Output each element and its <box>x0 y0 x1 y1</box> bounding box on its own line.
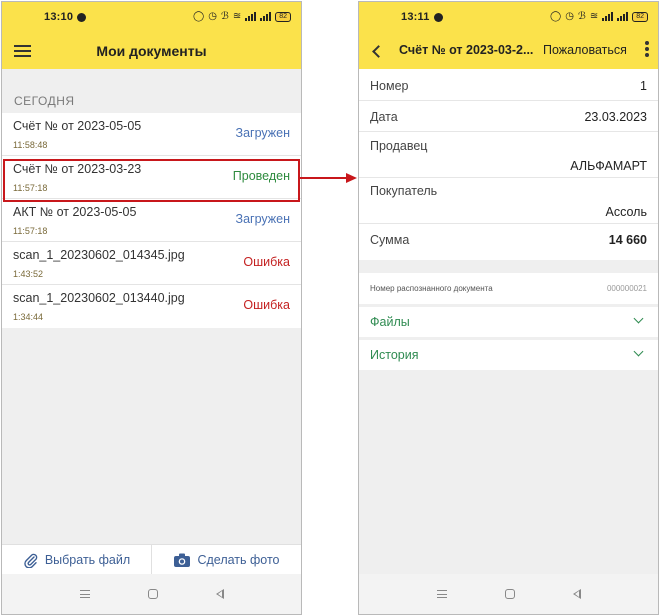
status-badge: Загружен <box>235 212 290 226</box>
date-value: 23.03.2023 <box>584 110 647 124</box>
document-time: 11:58:48 <box>13 140 48 150</box>
list-item[interactable]: Счёт № от 2023-03-23 11:57:18 Проведен <box>2 156 301 199</box>
section-header-today: СЕГОДНЯ <box>14 94 75 108</box>
list-item[interactable]: scan_1_20230602_014345.jpg 1:43:52 Ошибк… <box>2 242 301 285</box>
document-fields: Номер 1 Дата 23.03.2023 Продавец АЛЬФАМА… <box>359 69 658 260</box>
clock: 13:11 <box>401 11 430 23</box>
files-section-label: Файлы <box>370 315 410 329</box>
back-arrow-icon[interactable] <box>371 43 385 59</box>
alarm-icon: ◷ <box>565 11 574 22</box>
document-list: Счёт № от 2023-05-05 11:58:48 Загружен С… <box>2 113 301 328</box>
status-bar: 13:10 ◯ ◷ ℬ ≊ 82 <box>2 2 301 32</box>
battery-indicator: 82 <box>275 11 291 22</box>
document-time: 11:57:18 <box>13 226 48 236</box>
document-time: 11:57:18 <box>13 183 48 193</box>
alarm-icon: ◷ <box>208 11 217 22</box>
status-badge: Загружен <box>235 126 290 140</box>
signal-icon <box>602 12 614 21</box>
camera-icon <box>174 553 191 567</box>
number-label: Номер <box>370 79 409 93</box>
wifi-icon: ≊ <box>589 11 599 22</box>
bluetooth-icon: ℬ <box>577 11 586 22</box>
list-item[interactable]: АКТ № от 2023-05-05 11:57:18 Загружен <box>2 199 301 242</box>
system-icons: ◯ ◷ ℬ ≊ 82 <box>550 11 648 22</box>
system-nav-bar <box>2 574 301 614</box>
documents-list-screen: 13:10 ◯ ◷ ℬ ≊ 82 Мои документы СЕГОДНЯ С… <box>1 1 302 615</box>
battery-indicator: 82 <box>632 11 648 22</box>
system-nav-bar <box>359 574 658 614</box>
sum-label: Сумма <box>370 233 410 247</box>
bottom-action-bar: Выбрать файл Сделать фото <box>2 544 301 574</box>
signal-icon-2 <box>617 12 629 21</box>
divider <box>359 223 658 224</box>
document-name: Счёт № от 2023-03-23 <box>13 162 142 176</box>
status-bar: 13:11 ◯ ◷ ℬ ≊ 82 <box>359 2 658 32</box>
recent-apps-icon[interactable] <box>79 590 90 598</box>
divider <box>359 100 658 101</box>
choose-file-label: Выбрать файл <box>44 552 131 567</box>
buyer-label: Покупатель <box>370 184 438 198</box>
page-title: Счёт № от 2023-03-2... <box>399 43 534 57</box>
document-name: Счёт № от 2023-05-05 <box>13 119 142 133</box>
take-photo-label: Сделать фото <box>197 552 280 567</box>
bluetooth-icon: ℬ <box>220 11 229 22</box>
notification-icon <box>77 12 87 22</box>
recognized-number-row: Номер распознанного документа 000000021 <box>359 273 658 304</box>
page-title: Мои документы <box>96 42 207 59</box>
hamburger-menu-icon[interactable] <box>14 45 31 57</box>
buyer-value: Ассоль <box>605 205 647 219</box>
chevron-down-icon <box>633 346 644 357</box>
signal-icon-2 <box>260 12 272 21</box>
nfc-icon: ◯ <box>550 11 562 22</box>
take-photo-button[interactable]: Сделать фото <box>151 545 301 574</box>
back-nav-icon[interactable] <box>215 589 224 599</box>
app-bar: Мои документы <box>2 32 301 69</box>
status-badge: Проведен <box>232 169 290 183</box>
history-section-label: История <box>370 348 419 362</box>
home-icon[interactable] <box>504 589 515 599</box>
status-badge: Ошибка <box>243 255 290 269</box>
clock: 13:10 <box>44 11 74 23</box>
nfc-icon: ◯ <box>193 11 205 22</box>
recognized-number-value: 000000021 <box>606 284 647 293</box>
list-item[interactable]: scan_1_20230602_013440.jpg 1:34:44 Ошибк… <box>2 285 301 328</box>
document-name: scan_1_20230602_014345.jpg <box>13 248 185 262</box>
wifi-icon: ≊ <box>232 11 242 22</box>
list-item[interactable]: Счёт № от 2023-05-05 11:58:48 Загружен <box>2 113 301 156</box>
sum-value: 14 660 <box>608 233 647 247</box>
back-nav-icon[interactable] <box>572 589 581 599</box>
status-badge: Ошибка <box>243 298 290 312</box>
complain-button[interactable]: Пожаловаться <box>543 43 627 57</box>
number-value: 1 <box>640 79 647 93</box>
recent-apps-icon[interactable] <box>436 590 447 598</box>
divider <box>359 177 658 178</box>
signal-icon <box>245 12 257 21</box>
files-section-toggle[interactable]: Файлы <box>359 307 658 337</box>
document-name: scan_1_20230602_013440.jpg <box>13 291 185 305</box>
composite-screenshot: 13:10 ◯ ◷ ℬ ≊ 82 Мои документы СЕГОДНЯ С… <box>0 0 660 616</box>
seller-label: Продавец <box>370 139 428 153</box>
home-icon[interactable] <box>147 589 158 599</box>
recognized-number-label: Номер распознанного документа <box>370 284 493 293</box>
paperclip-icon <box>24 553 38 568</box>
document-time: 1:34:44 <box>13 312 44 322</box>
date-label: Дата <box>370 110 398 124</box>
notification-icon <box>433 12 443 22</box>
more-vertical-icon[interactable] <box>644 41 650 61</box>
seller-value: АЛЬФАМАРТ <box>570 159 647 173</box>
document-detail-screen: 13:11 ◯ ◷ ℬ ≊ 82 Счёт № от 2023-03-2... … <box>358 1 659 615</box>
chevron-down-icon <box>633 313 644 324</box>
choose-file-button[interactable]: Выбрать файл <box>2 545 151 574</box>
divider <box>359 131 658 132</box>
arrow-icon <box>300 173 357 183</box>
document-name: АКТ № от 2023-05-05 <box>13 205 137 219</box>
app-bar: Счёт № от 2023-03-2... Пожаловаться <box>359 32 658 69</box>
system-icons: ◯ ◷ ℬ ≊ 82 <box>193 11 291 22</box>
history-section-toggle[interactable]: История <box>359 340 658 370</box>
document-time: 1:43:52 <box>13 269 44 279</box>
